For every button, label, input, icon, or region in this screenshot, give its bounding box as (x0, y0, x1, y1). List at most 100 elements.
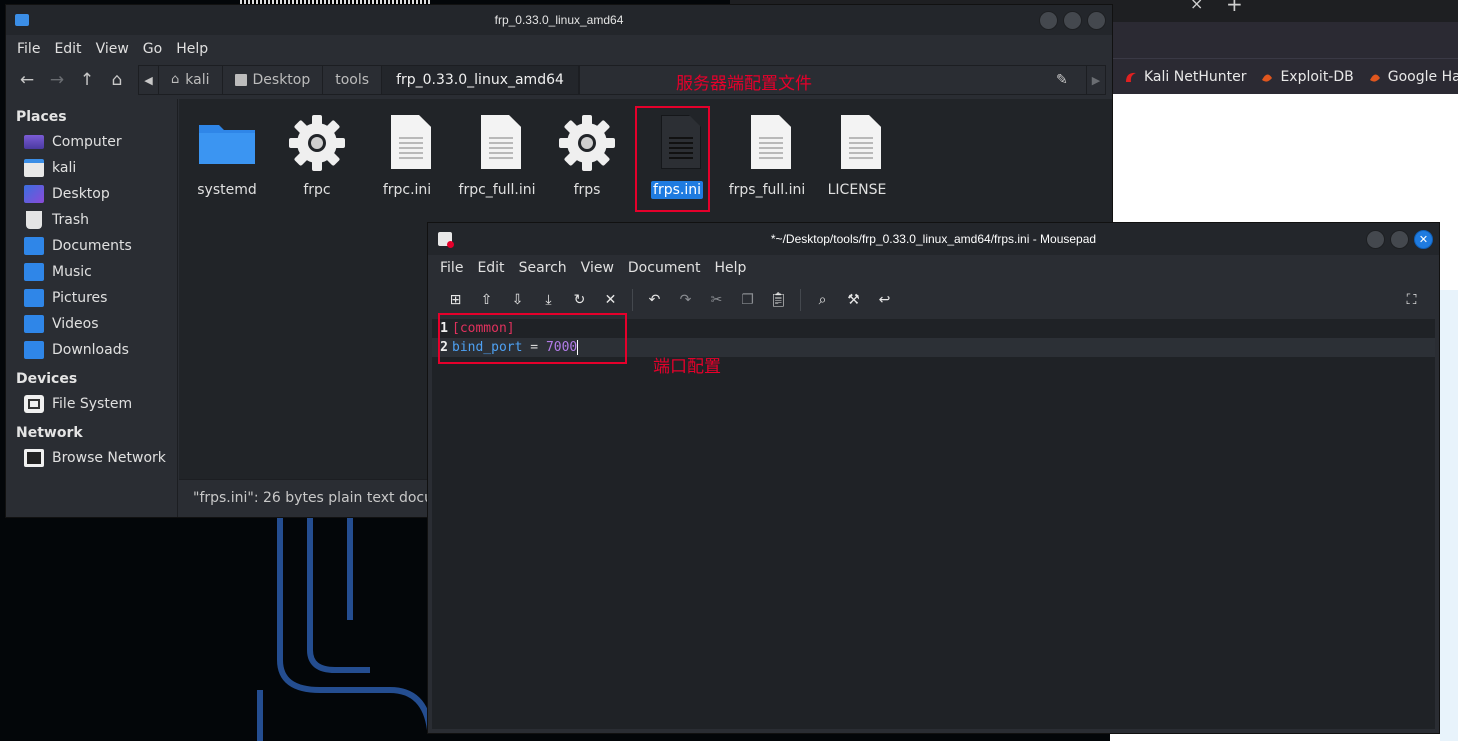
menu-search[interactable]: Search (512, 260, 574, 276)
file-item-frps[interactable]: frps (543, 113, 631, 199)
sidebar-item-music[interactable]: Music (6, 259, 177, 285)
go-to-line-icon[interactable]: ↩ (869, 285, 900, 315)
cut-icon[interactable]: ✂ (701, 285, 732, 315)
home-icon: ⌂ (171, 72, 180, 87)
mousepad-titlebar[interactable]: *~/Desktop/tools/frp_0.33.0_linux_amd64/… (428, 223, 1439, 255)
redo-icon[interactable]: ↷ (670, 285, 701, 315)
bookmark-kali-nethunter[interactable]: Kali NetHunter (1124, 69, 1246, 85)
paste-icon[interactable]: 📋︎ (763, 285, 794, 315)
reload-icon[interactable]: ↻ (564, 285, 595, 315)
sidebar-item-videos[interactable]: Videos (6, 311, 177, 337)
minimize-button[interactable] (1039, 11, 1058, 30)
file-item-frps-full-ini[interactable]: frps_full.ini (723, 113, 811, 199)
menu-file[interactable]: File (433, 260, 470, 276)
menu-document[interactable]: Document (621, 260, 708, 276)
sidebar-item-documents[interactable]: Documents (6, 233, 177, 259)
folder-icon (197, 113, 257, 173)
annotation-box-frps-ini (635, 106, 710, 212)
kali-icon (1126, 72, 1136, 82)
menu-view[interactable]: View (89, 41, 136, 57)
file-item-license[interactable]: LICENSE (813, 113, 901, 199)
computer-icon (24, 135, 44, 149)
browser-tab-strip: × + (1110, 0, 1458, 22)
menu-go[interactable]: Go (136, 41, 169, 57)
breadcrumb-tools[interactable]: tools (323, 66, 383, 94)
network-icon (24, 449, 44, 467)
breadcrumb-scroll-right-icon[interactable]: ▶ (1086, 65, 1106, 95)
annotation-port-config: 端口配置 (653, 357, 721, 377)
trash-icon (26, 211, 42, 229)
sidebar-item-pictures[interactable]: Pictures (6, 285, 177, 311)
find-replace-icon[interactable]: ⚒ (838, 285, 869, 315)
text-editor[interactable]: 1 [common] 2 bind_port = 7000 (432, 319, 1435, 729)
undo-icon[interactable]: ↶ (639, 285, 670, 315)
file-manager-menubar: File Edit View Go Help (6, 35, 1112, 63)
maximize-button[interactable] (1063, 11, 1082, 30)
toolbar-separator (800, 289, 801, 311)
toolbar-separator (632, 289, 633, 311)
save-as-icon[interactable]: ⤓ (533, 285, 564, 315)
text-file-icon (467, 113, 527, 173)
menu-help[interactable]: Help (707, 260, 753, 276)
open-file-icon[interactable]: ⇧ (471, 285, 502, 315)
close-button[interactable] (1087, 11, 1106, 30)
home-icon[interactable]: ⌂ (102, 65, 132, 95)
breadcrumb-scroll-left-icon[interactable]: ◀ (139, 66, 159, 94)
browser-page-sidebar (1440, 290, 1458, 741)
edit-location-icon[interactable]: ✎ (1056, 72, 1068, 88)
menu-view[interactable]: View (574, 260, 621, 276)
search-icon[interactable]: ⌕ (807, 285, 838, 315)
minimize-button[interactable] (1366, 230, 1385, 249)
file-item-frpc-ini[interactable]: frpc.ini (363, 113, 451, 199)
fullscreen-icon[interactable]: ⛶ (1396, 285, 1427, 315)
menu-file[interactable]: File (10, 41, 47, 57)
breadcrumb-kali[interactable]: ⌂ kali (159, 66, 223, 94)
close-document-icon[interactable]: ✕ (595, 285, 626, 315)
breadcrumb-desktop[interactable]: Desktop (223, 66, 324, 94)
maximize-button[interactable] (1390, 230, 1409, 249)
menu-edit[interactable]: Edit (470, 260, 511, 276)
sidebar-item-computer[interactable]: Computer (6, 129, 177, 155)
videos-icon (24, 315, 44, 333)
back-arrow-icon[interactable]: ← (12, 65, 42, 95)
new-document-icon[interactable]: ⊞ (440, 285, 471, 315)
exploitdb-icon (1262, 73, 1273, 82)
file-manager-titlebar[interactable]: frp_0.33.0_linux_amd64 (6, 5, 1112, 35)
new-tab-icon[interactable]: + (1226, 0, 1243, 16)
menu-help[interactable]: Help (169, 41, 215, 57)
copy-icon[interactable]: ❐ (732, 285, 763, 315)
up-arrow-icon[interactable]: ↑ (72, 65, 102, 95)
forward-arrow-icon[interactable]: → (42, 65, 72, 95)
drive-icon (24, 395, 44, 413)
sidebar-item-file-system[interactable]: File System (6, 391, 177, 417)
window-title: *~/Desktop/tools/frp_0.33.0_linux_amd64/… (770, 232, 1097, 246)
places-sidebar: Places Computer kali Desktop Trash Docum… (6, 99, 178, 517)
sidebar-item-downloads[interactable]: Downloads (6, 337, 177, 363)
documents-icon (24, 237, 44, 255)
close-tab-icon[interactable]: × (1190, 0, 1203, 13)
close-button[interactable] (1414, 230, 1433, 249)
bookmark-exploit-db[interactable]: Exploit-DB (1260, 69, 1354, 85)
bookmark-google-hack[interactable]: Google Hack (1368, 69, 1458, 85)
music-icon (24, 263, 44, 281)
sidebar-item-desktop[interactable]: Desktop (6, 181, 177, 207)
mousepad-menubar: File Edit Search View Document Help (428, 255, 1439, 281)
places-heading: Places (16, 109, 67, 125)
location-toolbar: ← → ↑ ⌂ ◀ ⌂ kali Desktop tools frp_0.33.… (6, 63, 1112, 97)
save-icon[interactable]: ⇩ (502, 285, 533, 315)
file-item-systemd[interactable]: systemd (183, 113, 271, 199)
sidebar-item-trash[interactable]: Trash (6, 207, 177, 233)
window-title: frp_0.33.0_linux_amd64 (494, 13, 624, 27)
browser-nav-bar (1110, 22, 1458, 58)
sidebar-item-browse-network[interactable]: Browse Network (6, 445, 177, 471)
file-item-frpc-full-ini[interactable]: frpc_full.ini (453, 113, 541, 199)
sidebar-item-kali[interactable]: kali (6, 155, 177, 181)
menu-edit[interactable]: Edit (47, 41, 88, 57)
desktop-icon (234, 74, 247, 86)
bookmarks-toolbar: Kali NetHunter Exploit-DB Google Hack (1110, 58, 1458, 94)
file-item-frpc[interactable]: frpc (273, 113, 361, 199)
downloads-icon (24, 341, 44, 359)
pictures-icon (24, 289, 44, 307)
gear-icon (557, 113, 617, 173)
gear-icon (287, 113, 347, 173)
